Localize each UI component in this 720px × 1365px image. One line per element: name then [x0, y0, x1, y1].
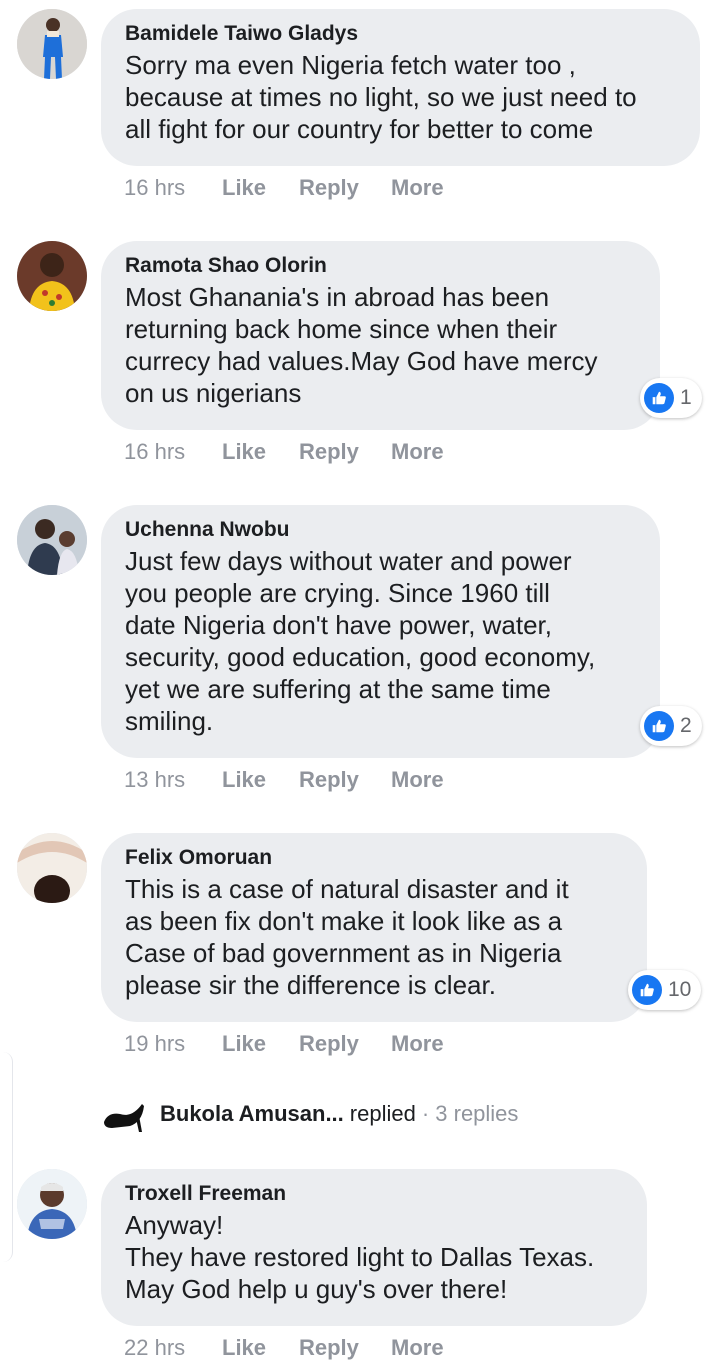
reply-button[interactable]: Reply — [299, 765, 391, 795]
reaction-count[interactable]: 10 — [628, 970, 702, 1010]
comment-actions: 22 hrs Like Reply More — [124, 1333, 444, 1363]
comment-time[interactable]: 22 hrs — [124, 1333, 222, 1363]
comment-author[interactable]: Bamidele Taiwo Gladys — [125, 21, 680, 47]
reply-count: · 3 replies — [421, 1101, 519, 1126]
reaction-number: 2 — [680, 714, 692, 737]
more-button[interactable]: More — [391, 765, 444, 795]
comment-bubble: Bamidele Taiwo Gladys Sorry ma even Nige… — [101, 9, 700, 166]
comment-text: This is a case of natural disaster and i… — [125, 874, 569, 1000]
comment-actions: 16 hrs Like Reply More — [124, 173, 444, 203]
comment-text: Just few days without water and power yo… — [125, 546, 596, 736]
avatar[interactable] — [17, 1169, 87, 1239]
avatar[interactable] — [17, 241, 87, 311]
avatar-photo — [17, 9, 87, 79]
reply-button[interactable]: Reply — [299, 1333, 391, 1363]
comment-bubble: Troxell Freeman Anyway! They have restor… — [101, 1169, 647, 1326]
more-button[interactable]: More — [391, 1029, 444, 1059]
like-button[interactable]: Like — [222, 1333, 299, 1363]
more-button[interactable]: More — [391, 437, 444, 467]
comment-time[interactable]: 19 hrs — [124, 1029, 222, 1059]
panel-edge — [0, 1052, 13, 1262]
comment-time[interactable]: 16 hrs — [124, 437, 222, 467]
avatar-photo — [17, 241, 87, 311]
reaction-number: 1 — [680, 386, 692, 409]
view-replies-link[interactable]: Bukola Amusan... replied · 3 replies — [98, 1092, 518, 1136]
comment-author[interactable]: Troxell Freeman — [125, 1181, 627, 1207]
avatar-photo — [17, 833, 87, 903]
comment-text: Sorry ma even Nigeria fetch water too , … — [125, 50, 637, 144]
more-button[interactable]: More — [391, 173, 444, 203]
thumbs-up-icon — [632, 975, 662, 1005]
comment-bubble: Uchenna Nwobu Just few days without wate… — [101, 505, 660, 758]
avatar[interactable] — [17, 9, 87, 79]
reply-action: replied — [349, 1101, 416, 1126]
reaction-count[interactable]: 2 — [640, 706, 702, 746]
reply-button[interactable]: Reply — [299, 173, 391, 203]
reply-button[interactable]: Reply — [299, 437, 391, 467]
avatar[interactable] — [17, 833, 87, 903]
more-button[interactable]: More — [391, 1333, 444, 1363]
like-button[interactable]: Like — [222, 437, 299, 467]
comment-bubble: Felix Omoruan This is a case of natural … — [101, 833, 647, 1022]
comment-text: Anyway! They have restored light to Dall… — [125, 1210, 595, 1304]
comment-actions: 19 hrs Like Reply More — [124, 1029, 444, 1059]
like-button[interactable]: Like — [222, 1029, 299, 1059]
comment-text: Most Ghanania's in abroad has been retur… — [125, 282, 598, 408]
reply-button[interactable]: Reply — [299, 1029, 391, 1059]
reaction-number: 10 — [668, 978, 692, 1001]
comment-actions: 13 hrs Like Reply More — [124, 765, 444, 795]
comment-actions: 16 hrs Like Reply More — [124, 437, 444, 467]
comment-author[interactable]: Felix Omoruan — [125, 845, 627, 871]
avatar-photo — [17, 505, 87, 575]
comment-bubble: Ramota Shao Olorin Most Ghanania's in ab… — [101, 241, 660, 430]
thumbs-up-icon — [644, 383, 674, 413]
avatar[interactable] — [17, 505, 87, 575]
comment-time[interactable]: 13 hrs — [124, 765, 222, 795]
like-button[interactable]: Like — [222, 173, 299, 203]
avatar-photo — [17, 1169, 87, 1239]
comment-author[interactable]: Ramota Shao Olorin — [125, 253, 640, 279]
comment-time[interactable]: 16 hrs — [124, 173, 222, 203]
like-button[interactable]: Like — [222, 765, 299, 795]
reply-author: Bukola Amusan... — [160, 1101, 344, 1126]
thumbs-up-icon — [644, 711, 674, 741]
reaction-count[interactable]: 1 — [640, 378, 702, 418]
comment-author[interactable]: Uchenna Nwobu — [125, 517, 640, 543]
reply-avatar-shoe-icon — [98, 1092, 150, 1136]
